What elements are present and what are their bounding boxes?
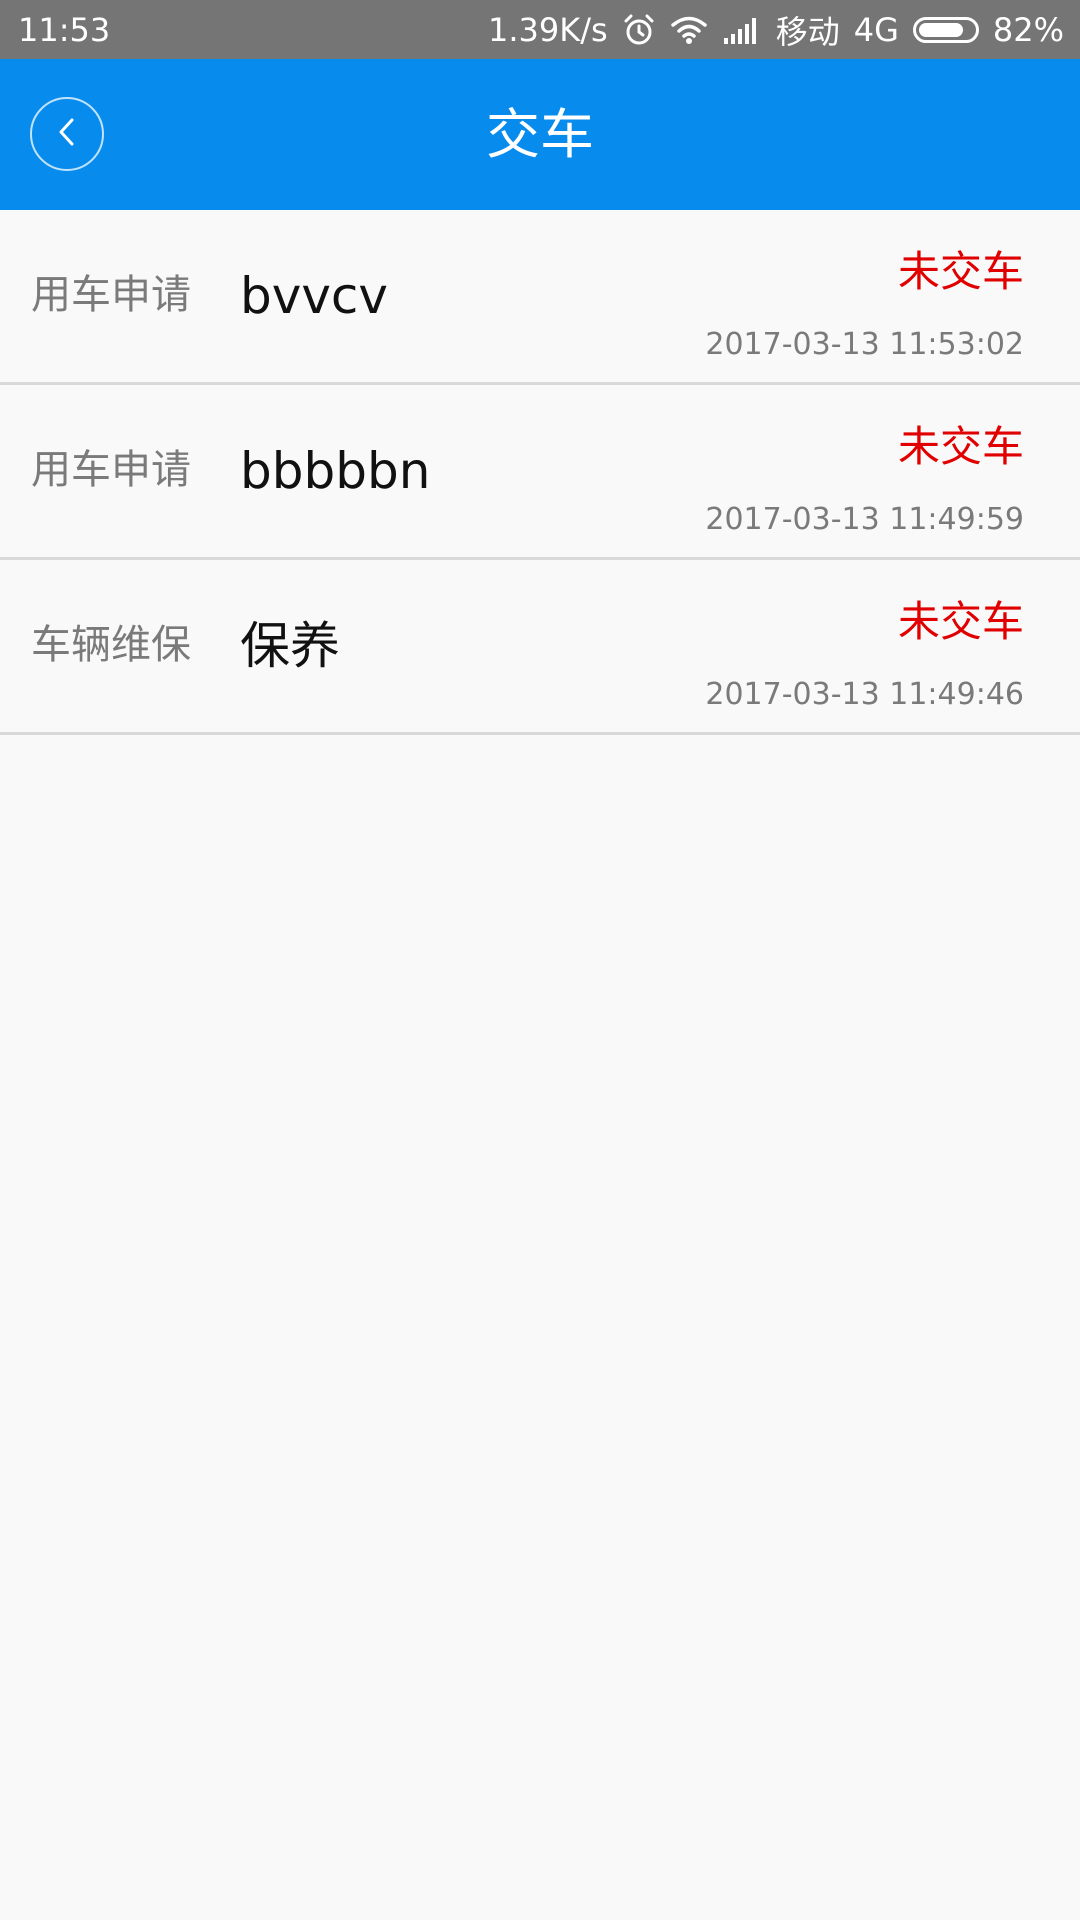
net-speed: 1.39K/s bbox=[488, 11, 608, 49]
status-badge: 未交车 bbox=[897, 597, 1024, 646]
status-badge: 未交车 bbox=[897, 422, 1024, 471]
signal-icon bbox=[722, 16, 762, 44]
network-type: 4G bbox=[853, 11, 899, 49]
list-item[interactable]: 用车申请 bbbbbn 未交车 2017-03-13 11:49:59 bbox=[0, 385, 1080, 560]
wifi-icon bbox=[670, 15, 708, 45]
item-type: 车辆维保 bbox=[31, 622, 191, 668]
item-name: 保养 bbox=[240, 617, 340, 675]
list-item[interactable]: 用车申请 bvvcv 未交车 2017-03-13 11:53:02 bbox=[0, 210, 1080, 385]
back-button[interactable] bbox=[30, 97, 104, 171]
app-bar: 交车 bbox=[0, 59, 1080, 210]
status-right: 1.39K/s 移动 4G 82% bbox=[488, 10, 1064, 51]
chevron-left-icon bbox=[54, 115, 80, 153]
battery-percent: 82% bbox=[992, 11, 1064, 49]
status-badge: 未交车 bbox=[897, 247, 1024, 296]
item-type: 用车申请 bbox=[31, 272, 191, 318]
item-name: bbbbbn bbox=[240, 442, 431, 500]
status-bar: 11:53 1.39K/s 移动 4G 82% bbox=[0, 0, 1080, 59]
item-type: 用车申请 bbox=[31, 447, 191, 493]
item-timestamp: 2017-03-13 11:53:02 bbox=[705, 327, 1024, 362]
handover-list: 用车申请 bvvcv 未交车 2017-03-13 11:53:02 用车申请 … bbox=[0, 210, 1080, 735]
list-item[interactable]: 车辆维保 保养 未交车 2017-03-13 11:49:46 bbox=[0, 560, 1080, 735]
page-title: 交车 bbox=[486, 103, 594, 166]
item-timestamp: 2017-03-13 11:49:46 bbox=[705, 677, 1024, 712]
item-timestamp: 2017-03-13 11:49:59 bbox=[705, 502, 1024, 537]
item-name: bvvcv bbox=[240, 267, 388, 325]
alarm-icon bbox=[622, 13, 656, 47]
carrier: 移动 bbox=[775, 13, 840, 51]
battery-icon bbox=[912, 17, 979, 43]
status-time: 11:53 bbox=[18, 11, 111, 49]
